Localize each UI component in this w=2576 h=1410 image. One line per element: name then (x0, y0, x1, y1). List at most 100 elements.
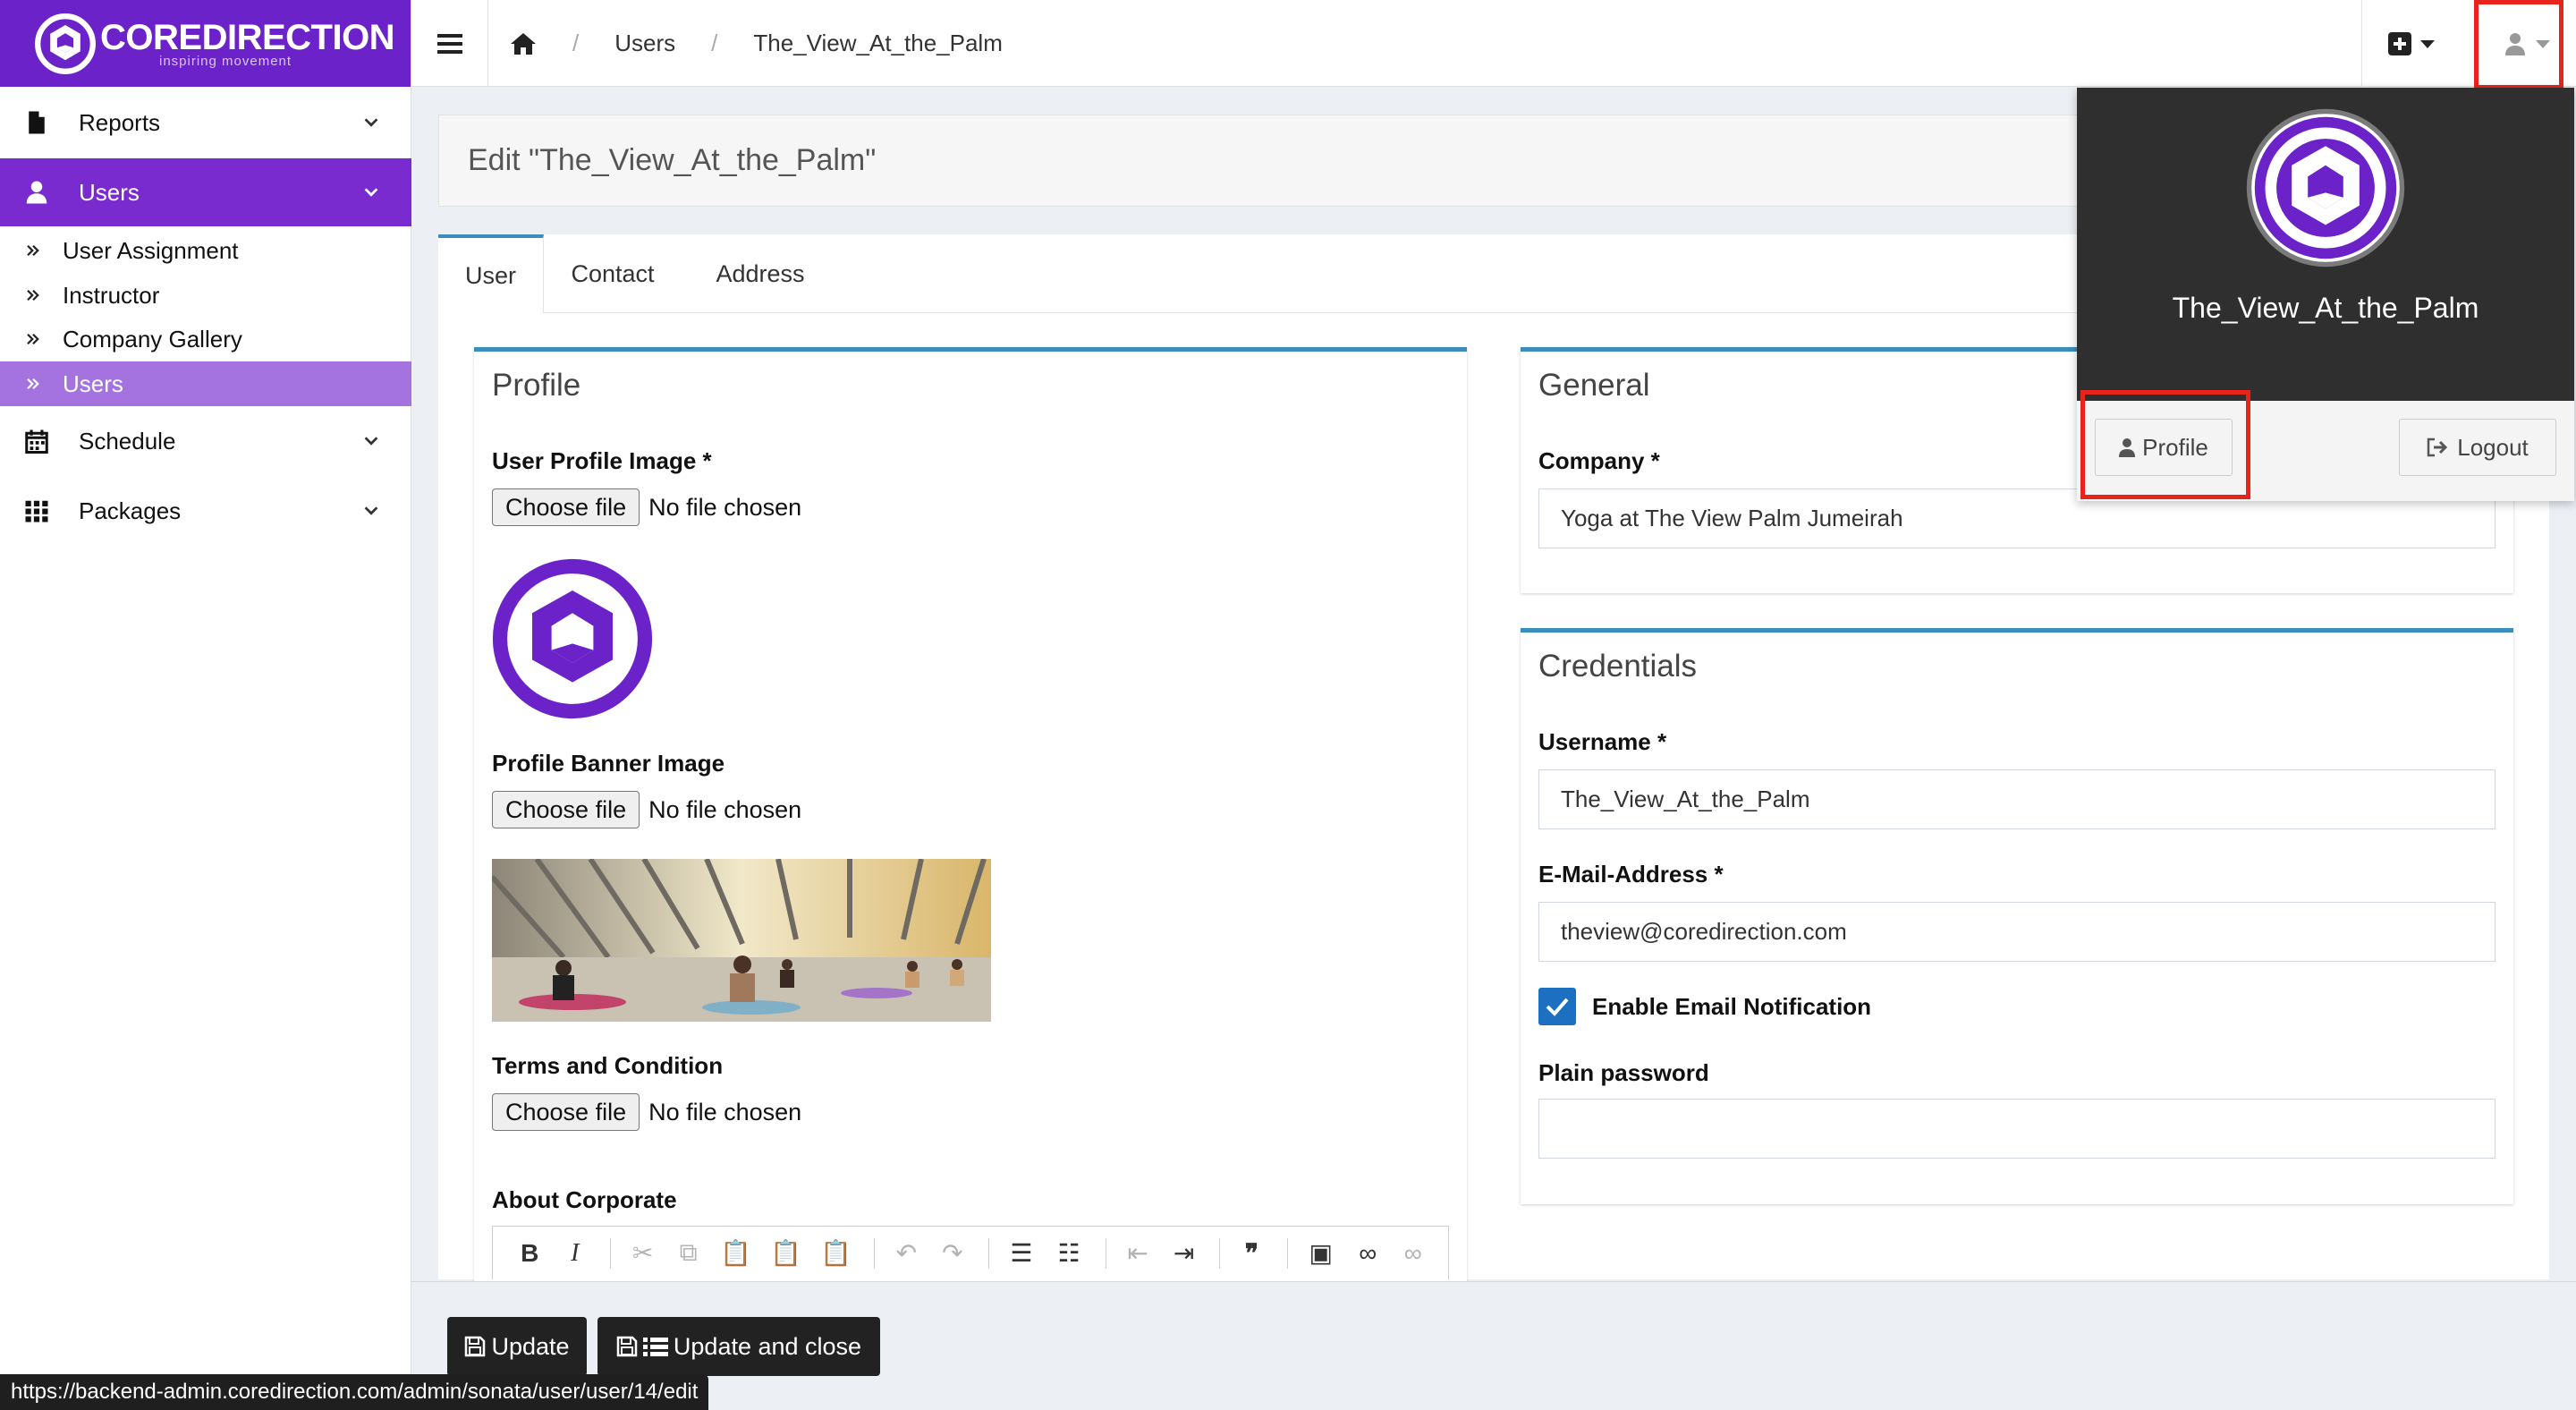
banner-image-label: Profile Banner Image (492, 750, 725, 777)
tab-user[interactable]: User (438, 234, 544, 313)
chevron-down-icon (364, 437, 378, 446)
user-dropdown-header: The_View_At_the_Palm (2077, 88, 2574, 401)
choose-file-button[interactable]: Choose file (492, 488, 640, 526)
profile-image-preview (492, 558, 653, 719)
profile-image-file-input[interactable]: Choose file No file chosen (492, 488, 801, 526)
email-notification-label[interactable]: Enable Email Notification (1592, 993, 1871, 1021)
email-notification-checkbox[interactable] (1538, 988, 1576, 1025)
update-button-label: Update (491, 1332, 570, 1360)
terms-file-input[interactable]: Choose file No file chosen (492, 1093, 801, 1131)
user-dropdown-footer: Profile Logout (2077, 401, 2574, 501)
caret-down-icon (2535, 39, 2550, 48)
sidebar-item-packages[interactable]: Packages (0, 476, 411, 546)
grid-icon (25, 500, 48, 522)
sidebar-item-label: Users (79, 178, 140, 206)
brand-logo[interactable]: COREDIRECTION inspiring movement (0, 0, 411, 87)
status-bar-url: https://backend-admin.coredirection.com/… (0, 1374, 709, 1410)
indent-icon[interactable]: ⇥ (1174, 1239, 1194, 1267)
user-avatar (2246, 108, 2405, 268)
save-icon (465, 1336, 486, 1357)
terms-label: Terms and Condition (492, 1052, 724, 1079)
top-navbar: / Users / The_View_At_the_Palm (411, 0, 2576, 87)
email-label: E-Mail-Address * (1538, 861, 1724, 888)
undo-icon[interactable]: ↶ (896, 1239, 917, 1267)
tab-contact[interactable]: Contact (564, 234, 662, 313)
paste-word-icon[interactable]: 📋 (820, 1239, 852, 1267)
add-new-dropdown-button[interactable] (2361, 0, 2460, 87)
double-chevron-right-icon (27, 289, 39, 302)
sidebar-subitem-company-gallery[interactable]: Company Gallery (0, 320, 411, 358)
copy-icon[interactable]: ⧉ (678, 1238, 699, 1266)
sidebar-subitem-user-assignment[interactable]: User Assignment (0, 232, 411, 269)
logout-button[interactable]: Logout (2399, 419, 2556, 476)
sidebar-item-label: Reports (79, 108, 161, 136)
brand-tagline: inspiring movement (159, 53, 292, 69)
choose-file-button[interactable]: Choose file (492, 1093, 640, 1131)
outdent-icon[interactable]: ⇤ (1127, 1239, 1148, 1267)
hamburger-icon (436, 33, 462, 54)
sidebar-item-users[interactable]: Users (0, 158, 411, 226)
banner-image-preview (492, 859, 991, 1022)
password-input[interactable] (1538, 1099, 2496, 1159)
breadcrumb: / Users / The_View_At_the_Palm (510, 0, 1003, 87)
update-button[interactable]: Update (447, 1317, 587, 1376)
paste-icon[interactable]: 📋 (720, 1239, 751, 1267)
bold-icon[interactable]: B (520, 1239, 540, 1267)
sign-out-icon (2427, 437, 2448, 457)
sidebar-toggle-button[interactable] (411, 0, 488, 87)
breadcrumb-users-link[interactable]: Users (614, 30, 675, 57)
checkmark-icon (1546, 998, 1569, 1016)
redo-icon[interactable]: ↷ (942, 1239, 962, 1267)
choose-file-button[interactable]: Choose file (492, 791, 640, 828)
user-icon (26, 181, 47, 204)
profile-button[interactable]: Profile (2095, 419, 2233, 476)
email-input[interactable]: theview@coredirection.com (1538, 902, 2496, 962)
user-menu-toggle[interactable] (2478, 0, 2576, 87)
update-and-close-label: Update and close (673, 1332, 862, 1360)
sidebar-subitem-label: Users (63, 369, 123, 397)
numbered-list-icon[interactable]: ☰ (1010, 1239, 1032, 1267)
sidebar-subitem-users[interactable]: Users (0, 361, 411, 406)
plus-square-icon (2387, 31, 2411, 55)
username-input[interactable]: The_View_At_the_Palm (1538, 769, 2496, 829)
password-label: Plain password (1538, 1059, 1709, 1086)
tab-address[interactable]: Address (716, 234, 805, 313)
chevron-down-icon (364, 188, 378, 197)
user-icon (2504, 32, 2525, 55)
sidebar-subitem-instructor[interactable]: Instructor (0, 276, 411, 314)
sidebar-subitem-label: Instructor (63, 281, 160, 309)
sidebar-subitem-label: Company Gallery (63, 325, 242, 352)
profile-button-label: Profile (2142, 433, 2208, 461)
banner-image-file-input[interactable]: Choose file No file chosen (492, 791, 801, 828)
unlink-icon[interactable]: ∞ (1402, 1239, 1423, 1267)
brand-name: COREDIRECTION (100, 17, 395, 57)
link-icon[interactable]: ∞ (1358, 1239, 1378, 1267)
image-icon[interactable]: ▣ (1309, 1239, 1332, 1267)
sidebar-item-schedule[interactable]: Schedule (0, 406, 411, 476)
double-chevron-right-icon (27, 244, 39, 257)
cut-icon[interactable]: ✂ (632, 1239, 653, 1267)
caret-down-icon (2419, 39, 2435, 48)
double-chevron-right-icon (27, 333, 39, 345)
profile-image-label: User Profile Image * (492, 447, 712, 474)
sidebar-item-reports[interactable]: Reports (0, 87, 411, 158)
blockquote-icon[interactable]: ❞ (1241, 1239, 1262, 1267)
italic-icon[interactable]: I (565, 1239, 586, 1267)
user-dropdown-menu: The_View_At_the_Palm Profile Logout (2077, 88, 2574, 501)
update-and-close-button[interactable]: Update and close (597, 1317, 880, 1376)
user-dropdown-name: The_View_At_the_Palm (2172, 292, 2479, 324)
general-box-title: General (1538, 368, 1650, 403)
home-icon[interactable] (510, 32, 537, 55)
sidebar: COREDIRECTION inspiring movement Reports… (0, 0, 411, 1410)
about-corporate-label: About Corporate (492, 1186, 677, 1213)
logout-button-label: Logout (2457, 433, 2529, 461)
profile-box-title: Profile (492, 368, 581, 403)
paste-text-icon[interactable]: 📋 (770, 1239, 801, 1267)
sidebar-subitem-label: User Assignment (63, 236, 239, 264)
list-icon (642, 1338, 668, 1356)
bulleted-list-icon[interactable]: ☷ (1058, 1239, 1080, 1267)
username-label: Username * (1538, 728, 1667, 755)
sidebar-item-label: Packages (79, 497, 182, 524)
company-label: Company * (1538, 447, 1660, 474)
file-status: No file chosen (648, 1098, 802, 1125)
